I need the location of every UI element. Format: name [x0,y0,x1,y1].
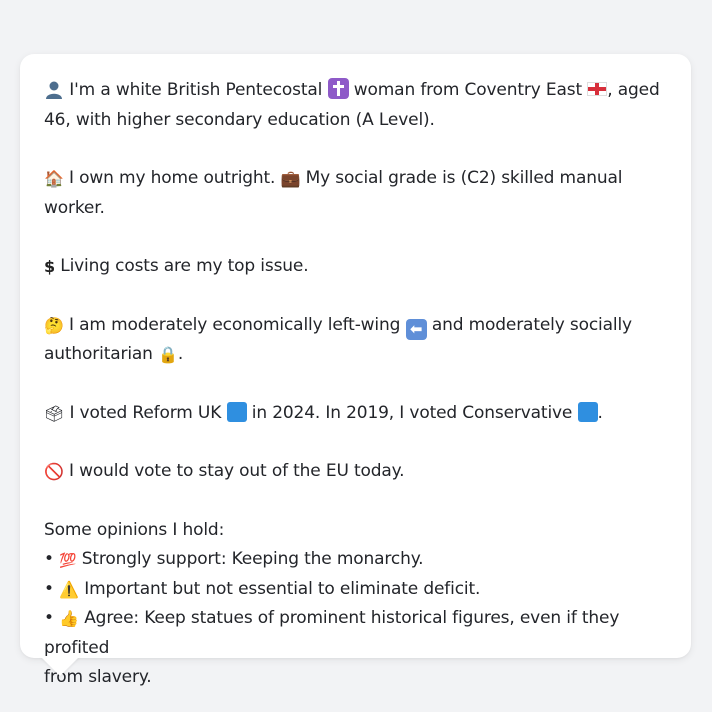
identity-text-2: woman from Coventry East [353,80,582,100]
eu-text: I would vote to stay out of the EU today… [69,461,405,481]
politics-paragraph: 🤔 I am moderately economically left-wing… [44,311,667,370]
ballot-box-icon: 🗳 [44,403,65,423]
identity-text-4: 46, with higher secondary education (A L… [44,109,435,130]
thinking-face-icon: 🤔 [44,315,64,335]
politics-text-3: authoritarian [44,344,153,364]
identity-text-1: I'm a white British Pentecostal [69,80,323,100]
opinion-item: • 💯 Strongly support: Keeping the monarc… [44,545,667,575]
politics-text-2: and moderately socially [431,314,632,335]
opinion-text-continued: from slavery. [44,667,152,687]
politics-text-1: I am moderately economically left-wing [69,314,401,335]
briefcase-icon: 💼 [280,169,301,188]
blue-square-icon [577,401,598,422]
vote-text-1: I voted Reform UK [69,402,222,423]
opinion-text: Strongly support: Keeping the monarchy. [81,549,424,569]
vote-paragraph: 🗳 I voted Reform UK in 2024. In 2019, I … [44,399,667,429]
bullet: • [44,578,54,599]
politics-text-4: . [177,344,184,364]
prohibited-icon: 🚫 [44,462,64,481]
eu-paragraph: 🚫 I would vote to stay out of the EU tod… [44,457,667,487]
opinions-heading: Some opinions I hold: [44,519,225,540]
person-icon [44,79,64,99]
identity-text-3: , aged [607,80,660,100]
opinion-text: Agree: Keep statues of prominent histori… [44,608,620,658]
home-paragraph: 🏠 I own my home outright. 💼 My social gr… [44,164,667,223]
hundred-points-icon: 💯 [59,553,77,569]
opinion-text: Important but not essential to eliminate… [84,578,481,599]
issue-text: Living costs are my top issue. [60,256,309,276]
bullet: • [44,608,54,628]
vote-text-3: . [597,402,603,423]
opinions-paragraph: Some opinions I hold: • 💯 Strongly suppo… [44,516,667,693]
england-flag-icon [587,82,608,96]
bubble-tail [40,656,80,676]
opinion-item: • 👍 Agree: Keep statues of prominent his… [44,604,667,663]
left-arrow-icon: ⬅ [405,318,427,340]
dollar-sign-icon: $ [44,257,55,276]
bullet: • [44,549,54,569]
opinion-item: • ⚠️ Important but not essential to elim… [44,575,667,605]
warning-icon: ⚠️ [59,579,79,599]
padlock-icon: 🔒 [158,345,178,364]
latin-cross-icon [327,78,349,99]
identity-paragraph: I'm a white British Pentecostal woman fr… [44,76,667,135]
thumbs-up-icon: 👍 [59,609,79,628]
persona-message-bubble: I'm a white British Pentecostal woman fr… [20,54,691,687]
vote-text-2: in 2024. In 2019, I voted Conservative [251,402,573,423]
home-text-1: I own my home outright. [69,168,276,188]
blue-square-icon [226,401,247,422]
issue-paragraph: $ Living costs are my top issue. [44,252,667,282]
house-icon: 🏠 [44,169,64,188]
